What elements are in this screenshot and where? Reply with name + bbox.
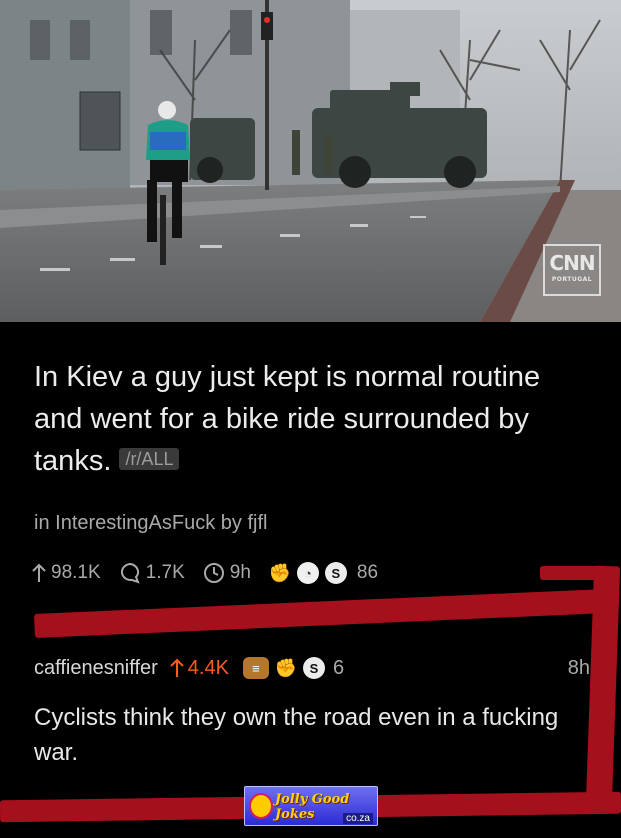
subreddit-prefix: in: [34, 512, 50, 534]
post-title[interactable]: In Kiev a guy just kept is normal routin…: [34, 356, 574, 482]
comments-group[interactable]: 1.7K: [119, 562, 185, 584]
fist-award-icon[interactable]: ✊: [269, 562, 291, 584]
street-photo: [0, 0, 621, 322]
comment-upvote-icon: [170, 658, 184, 677]
comment-bubble-icon[interactable]: [119, 562, 141, 584]
post-award-count: 86: [356, 562, 379, 583]
comment-count: 1.7K: [145, 562, 185, 583]
cnn-logo: CNN: [549, 251, 595, 275]
comment-author[interactable]: caffienesniffer: [34, 657, 158, 680]
fist-award-icon[interactable]: ✊: [275, 657, 297, 679]
age-group: 9h: [203, 562, 251, 584]
comment-score[interactable]: 4.4K: [170, 657, 229, 680]
by-label: by: [220, 512, 242, 534]
upvote-group[interactable]: 98.1K: [32, 562, 101, 584]
subreddit-link[interactable]: InterestingAsFuck: [55, 512, 215, 534]
watermark-domain: co.za: [343, 813, 373, 824]
cnn-watermark: CNN PORTUGAL: [543, 244, 601, 296]
post-stats: 98.1K 1.7K 9h ✊ ◔ S 86: [32, 558, 378, 588]
post-age: 9h: [229, 562, 251, 583]
clock-icon: [203, 562, 225, 584]
post-title-text[interactable]: In Kiev a guy just kept is normal routin…: [34, 361, 540, 477]
comment-body: Cyclists think they own the road even in…: [34, 704, 559, 766]
face-award-icon[interactable]: ◔: [296, 562, 319, 584]
comment-award-count: 6: [332, 656, 345, 679]
upvote-arrow-icon[interactable]: [32, 563, 46, 583]
jolly-good-jokes-logo: Jolly Good Jokes co.za: [244, 786, 378, 826]
comment-header: caffienesniffer 4.4K ≡ ✊ S 6 8h: [34, 654, 590, 682]
flair-badge[interactable]: /r/ALL: [119, 448, 180, 471]
upvote-count: 98.1K: [51, 562, 101, 583]
smiley-icon: [249, 793, 273, 819]
marker-corner: [540, 566, 600, 580]
cnn-sub: PORTUGAL: [551, 276, 593, 283]
burger-award-icon[interactable]: ≡: [242, 657, 269, 679]
silver-award-icon[interactable]: S: [324, 562, 347, 584]
marker-top: [34, 589, 605, 638]
silver-award-icon[interactable]: S: [302, 657, 325, 679]
post-meta: in InterestingAsFuck by fjfl: [34, 512, 267, 535]
post-image[interactable]: CNN PORTUGAL: [0, 0, 621, 322]
comment-age: 8h: [567, 656, 590, 679]
comment-score-value: 4.4K: [187, 656, 229, 679]
author-link[interactable]: fjfl: [247, 512, 267, 534]
